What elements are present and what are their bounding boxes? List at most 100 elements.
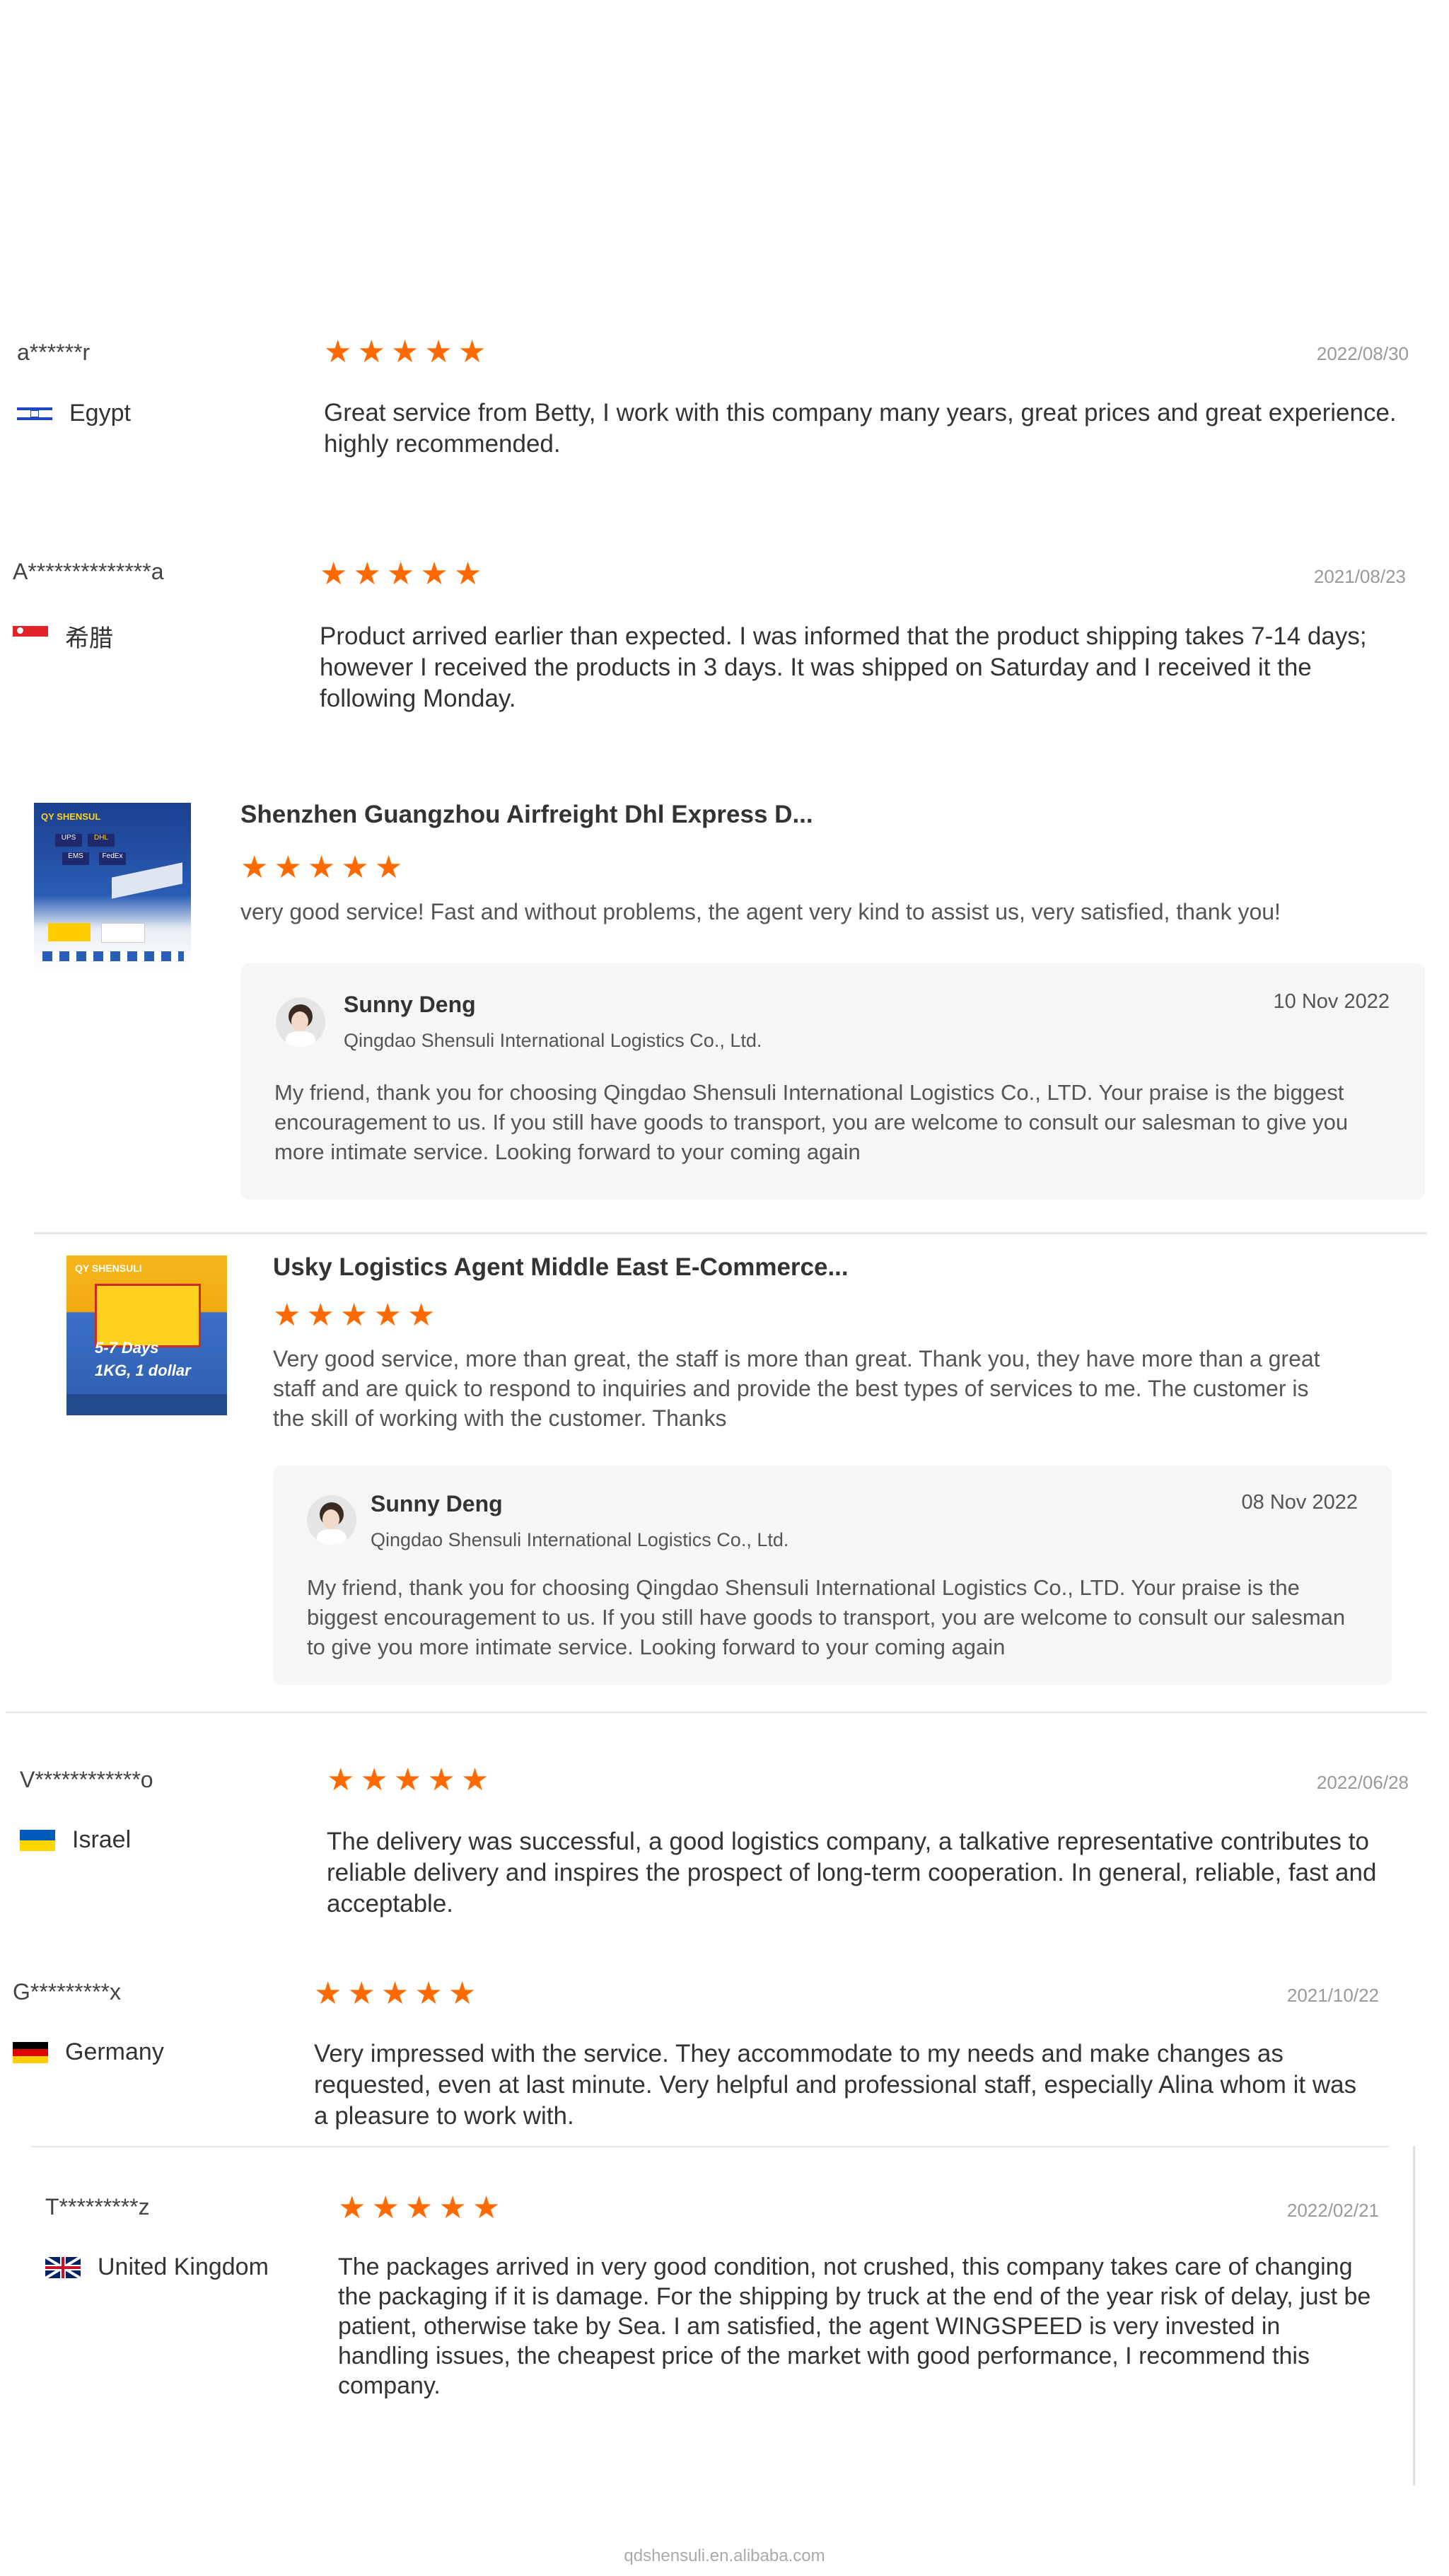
star-icon: ★ — [458, 335, 487, 369]
star-icon: ★ — [240, 850, 269, 885]
buyer-country: 希腊 — [13, 619, 113, 654]
star-icon: ★ — [341, 850, 369, 885]
star-icon: ★ — [390, 335, 419, 369]
buyer-name: A**************a — [13, 559, 164, 584]
star-icon: ★ — [460, 1763, 489, 1797]
star-icon: ★ — [371, 2191, 400, 2225]
reply-author: Sunny Deng — [344, 992, 476, 1017]
reply-date: 10 Nov 2022 — [1273, 990, 1390, 1013]
product-title[interactable]: Shenzhen Guangzhou Airfreight Dhl Expres… — [240, 801, 813, 829]
vehicle-icons-strip — [42, 951, 184, 961]
star-icon: ★ — [424, 335, 453, 369]
product-thumbnail[interactable]: QY SHENSUL UPS DHL EMS FedEx — [34, 803, 191, 971]
reply-text: My friend, thank you for choosing Qingda… — [274, 1080, 1349, 1164]
review-text: Product arrived earlier than expected. I… — [320, 622, 1367, 712]
star-icon: ★ — [386, 557, 415, 591]
star-icon: ★ — [420, 557, 448, 591]
star-icon: ★ — [274, 850, 302, 885]
star-icon: ★ — [448, 1976, 477, 2011]
rating-stars: ★ ★ ★ ★ ★ — [273, 1300, 435, 1331]
star-icon: ★ — [407, 1298, 436, 1333]
rating-stars: ★ ★ ★ ★ ★ — [338, 2193, 500, 2224]
avatar — [276, 997, 325, 1047]
thumb-brand-label: QY SHENSULI — [75, 1263, 142, 1274]
seller-reply: Sunny Deng Qingdao Shensuli Internationa… — [273, 1466, 1392, 1685]
star-icon: ★ — [405, 2191, 433, 2225]
review-date: 2021/10/22 — [1286, 1985, 1379, 2006]
review-date: 2022/08/30 — [1316, 343, 1409, 364]
star-icon: ★ — [324, 335, 352, 369]
product-title[interactable]: Usky Logistics Agent Middle East E-Comme… — [273, 1253, 849, 1282]
thumb-carrier-label: EMS — [62, 852, 89, 865]
buyer-name: V************o — [20, 1767, 153, 1792]
star-icon: ★ — [380, 1976, 409, 2011]
ukraine-flag-icon — [20, 1829, 55, 1851]
reply-company: Qingdao Shensuli International Logistics… — [371, 1529, 789, 1550]
product-thumbnail[interactable]: QY SHENSULI 5-7 Days 1KG, 1 dollar — [66, 1255, 227, 1415]
star-icon: ★ — [273, 1298, 301, 1333]
thumb-carrier-label: FedEx — [99, 852, 126, 865]
thumb-delivery-days: 5-7 Days — [95, 1339, 159, 1357]
seller-reply: Sunny Deng Qingdao Shensuli Internationa… — [240, 963, 1425, 1200]
star-icon: ★ — [306, 1298, 334, 1333]
star-icon: ★ — [347, 1976, 376, 2011]
site-url[interactable]: qdshensuli.en.alibaba.com — [0, 2546, 1449, 2566]
germany-flag-icon — [13, 2041, 48, 2063]
divider — [6, 1712, 1427, 1713]
star-icon: ★ — [327, 1763, 355, 1797]
dhl-badge-icon — [48, 923, 91, 941]
star-icon: ★ — [353, 557, 381, 591]
divider — [34, 1232, 1427, 1234]
star-icon: ★ — [338, 2191, 366, 2225]
review-text: The delivery was successful, a good logi… — [327, 1828, 1377, 1918]
avatar — [307, 1495, 356, 1545]
star-icon: ★ — [357, 335, 385, 369]
rating-stars: ★ ★ ★ ★ ★ — [320, 559, 482, 590]
reply-date: 08 Nov 2022 — [1241, 1491, 1358, 1514]
singapore-flag-icon — [13, 625, 48, 647]
review-text: very good service! Fast and without prob… — [240, 899, 1281, 924]
buyer-country: Germany — [13, 2038, 164, 2066]
buyer-country: United Kingdom — [45, 2253, 269, 2281]
divider — [31, 2146, 1389, 2147]
star-icon: ★ — [374, 850, 403, 885]
star-icon: ★ — [472, 2191, 501, 2225]
buyer-country: Egypt — [17, 400, 131, 427]
country-name: Israel — [72, 1826, 132, 1853]
reply-text: My friend, thank you for choosing Qingda… — [307, 1575, 1346, 1659]
review-date: 2022/02/21 — [1286, 2200, 1379, 2221]
buyer-name: T*********z — [45, 2194, 150, 2220]
review-text: Very good service, more than great, the … — [273, 1346, 1320, 1431]
thumb-carrier-label: DHL — [88, 834, 115, 847]
buyer-country: Israel — [20, 1826, 131, 1854]
country-name: Egypt — [69, 400, 131, 427]
review-text: Very impressed with the service. They ac… — [314, 2040, 1357, 2130]
thumb-carrier-label: UPS — [55, 834, 82, 847]
rating-stars: ★ ★ ★ ★ ★ — [314, 1978, 476, 2009]
thumb-footer-strip — [66, 1394, 227, 1415]
star-icon: ★ — [314, 1976, 342, 2011]
country-name: Germany — [65, 2038, 164, 2065]
delivery-van-icon — [95, 1284, 201, 1347]
review-text: The packages arrived in very good condit… — [338, 2253, 1371, 2399]
airplane-icon — [112, 862, 182, 899]
rating-stars: ★ ★ ★ ★ ★ — [240, 852, 402, 883]
star-icon: ★ — [339, 1298, 368, 1333]
star-icon: ★ — [320, 557, 348, 591]
review-text: Great service from Betty, I work with th… — [324, 399, 1397, 458]
buyer-name: a******r — [17, 340, 91, 365]
star-icon: ★ — [414, 1976, 443, 2011]
country-name: United Kingdom — [98, 2253, 269, 2280]
reply-author: Sunny Deng — [371, 1491, 503, 1516]
carrier-badge-icon — [101, 923, 145, 943]
star-icon: ★ — [427, 1763, 455, 1797]
rating-stars: ★ ★ ★ ★ ★ — [324, 337, 486, 368]
scrollbar[interactable] — [1413, 2146, 1415, 2485]
country-name: 希腊 — [65, 625, 113, 652]
reply-company: Qingdao Shensuli International Logistics… — [344, 1030, 762, 1051]
star-icon: ★ — [360, 1763, 388, 1797]
thumb-price-label: 1KG, 1 dollar — [95, 1362, 191, 1379]
review-date: 2022/06/28 — [1316, 1772, 1409, 1793]
star-icon: ★ — [393, 1763, 422, 1797]
egypt-flag-icon — [17, 402, 52, 424]
